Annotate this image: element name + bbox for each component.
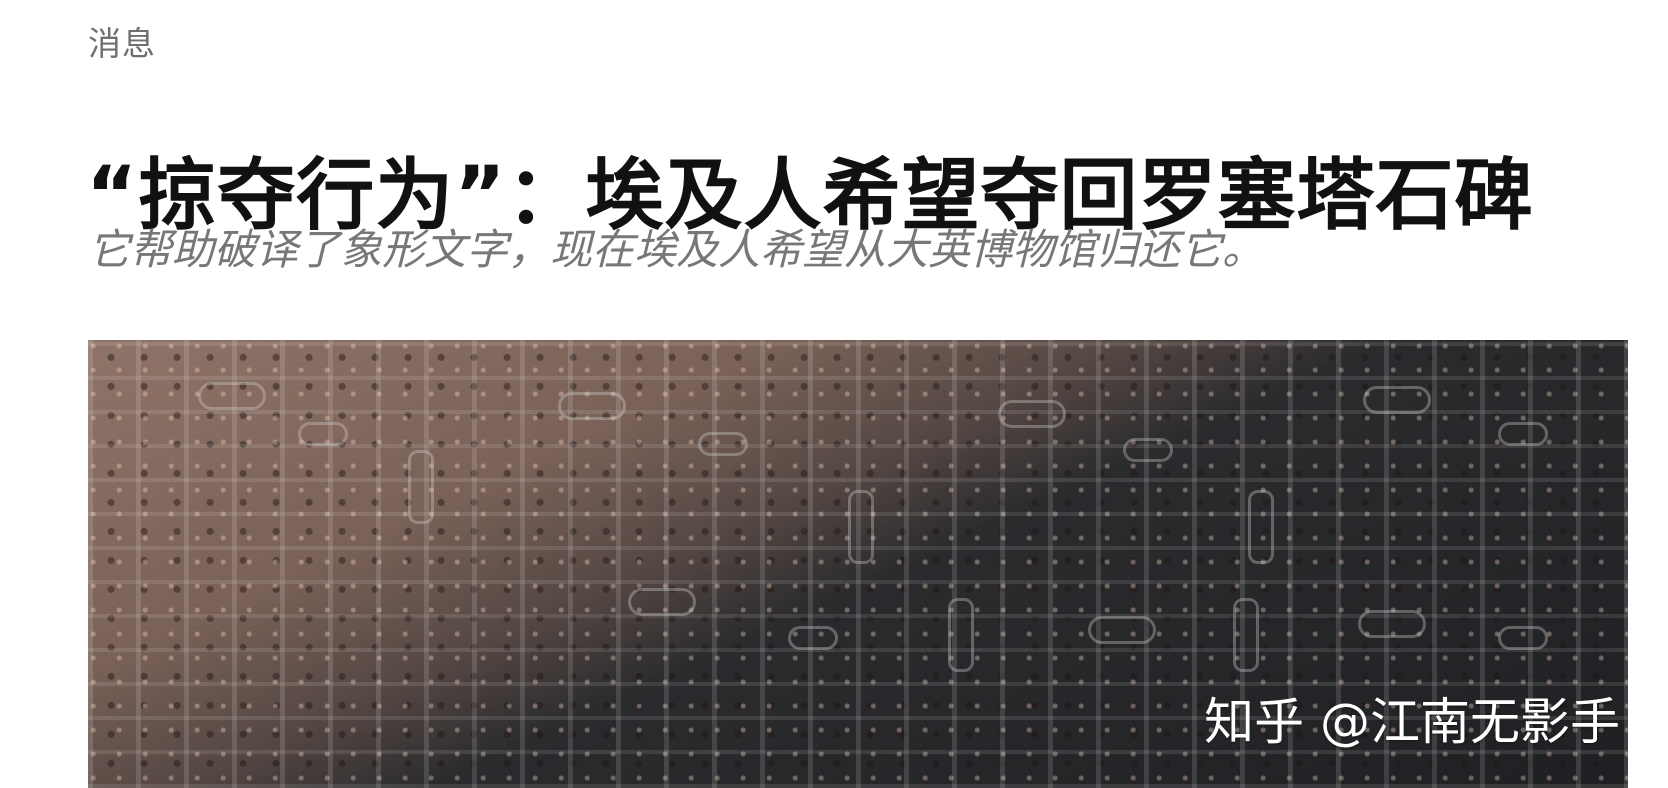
glyph-mark bbox=[198, 382, 266, 410]
glyph-mark bbox=[1498, 422, 1548, 446]
hero-image: 知乎 @江南无影手 bbox=[88, 340, 1628, 788]
glyph-mark bbox=[848, 490, 874, 564]
glyph-mark bbox=[698, 432, 748, 456]
article-subtitle: 它帮助破译了象形文字，现在埃及人希望从大英博物馆归还它。 bbox=[88, 225, 1265, 274]
section-label[interactable]: 消息 bbox=[88, 22, 156, 66]
glyph-mark bbox=[558, 392, 626, 420]
glyph-mark bbox=[298, 422, 348, 446]
glyph-mark bbox=[408, 450, 434, 524]
watermark: 知乎 @江南无影手 bbox=[1204, 693, 1620, 751]
glyph-mark bbox=[1363, 386, 1431, 414]
glyph-mark bbox=[998, 400, 1066, 428]
glyph-mark bbox=[1498, 626, 1548, 650]
glyph-mark bbox=[1248, 490, 1274, 564]
glyph-mark bbox=[1123, 438, 1173, 462]
glyph-mark bbox=[1233, 598, 1259, 672]
glyph-mark bbox=[628, 588, 696, 616]
glyph-mark bbox=[1358, 610, 1426, 638]
glyph-mark bbox=[1088, 616, 1156, 644]
glyph-mark bbox=[948, 598, 974, 672]
glyph-mark bbox=[788, 626, 838, 650]
